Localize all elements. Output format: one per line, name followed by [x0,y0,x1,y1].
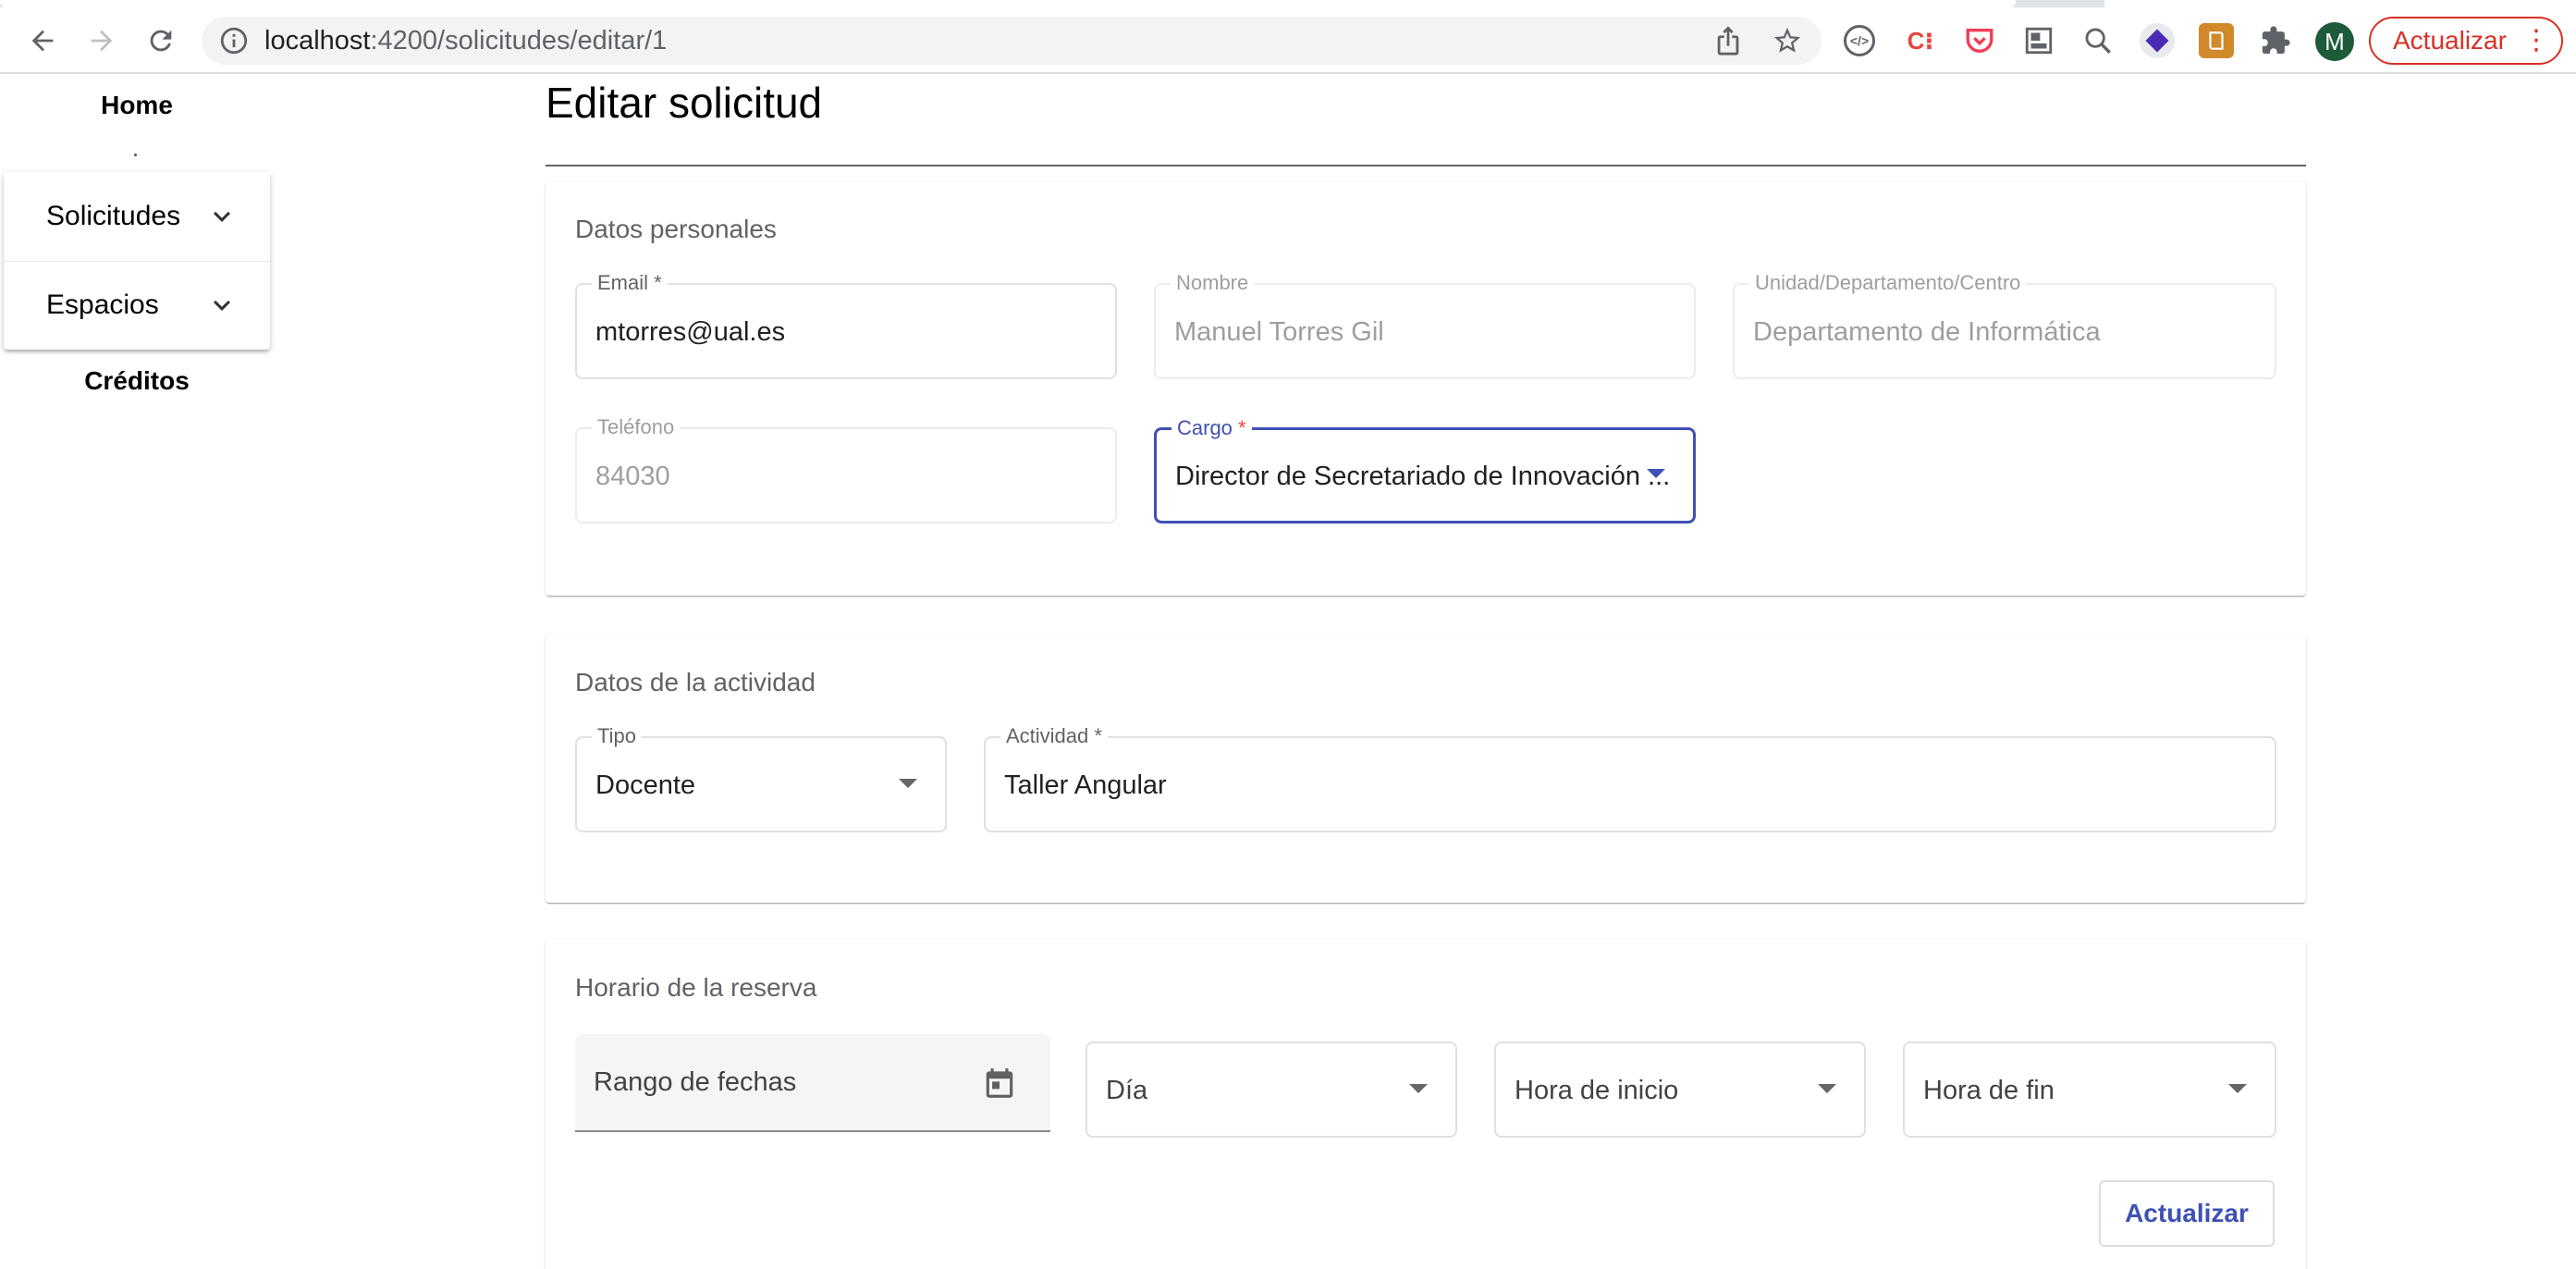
profile-avatar[interactable]: M [2315,22,2354,61]
puzzle-icon[interactable] [2258,23,2293,58]
nav-item-solicitudes[interactable]: Solicitudes [4,172,270,261]
telefono-value: 84030 [595,462,670,491]
title-divider [546,165,2306,166]
submit-update-button[interactable]: Actualizar [2099,1180,2275,1247]
unidad-field: Unidad/Departamento/Centro Departamento … [1733,272,2276,379]
chevron-down-icon [214,211,230,222]
calendar-icon[interactable] [982,1066,1017,1101]
tipo-value: Docente [595,770,696,800]
actividad-value[interactable]: Taller Angular [1004,738,1167,832]
info-icon[interactable] [218,25,250,56]
dia-select[interactable]: Día [1086,1041,1457,1138]
date-range-input[interactable]: Rango de fechas [575,1034,1050,1132]
hora-inicio-select[interactable]: Hora de inicio [1494,1041,1866,1138]
telefono-field: Teléfono 84030 [575,416,1117,524]
nav-item-espacios[interactable]: Espacios [4,261,270,350]
date-range-placeholder: Rango de fechas [594,1067,797,1097]
tipo-select[interactable]: Tipo Docente [575,725,947,832]
separator-dot [134,154,137,156]
chevron-down-icon [214,300,230,311]
section-title: Datos personales [575,215,777,243]
email-field[interactable]: Email * mtorres@ual.es [575,272,1117,379]
nav-credits-link[interactable]: Créditos [0,366,274,396]
dictionary-extension-icon[interactable] [2199,23,2234,58]
address-bar[interactable]: localhost:4200/solicitudes/editar/1 [202,17,1822,65]
dropdown-arrow-icon[interactable] [899,779,917,788]
activity-data-card: Datos de la actividad Tipo Docente Activ… [546,634,2306,903]
back-icon[interactable] [18,7,67,74]
layers-extension-icon[interactable] [2140,23,2175,58]
active-tab-edge[interactable] [0,0,2016,7]
page-title: Editar solicitud [546,79,823,127]
reload-icon[interactable] [137,7,185,74]
cargo-select[interactable]: Cargo * Director de Secretariado de Inno… [1154,417,1696,524]
nav-menu-card: Solicitudes Espacios [4,172,270,350]
dropdown-arrow-icon[interactable] [1647,469,1665,478]
browser-update-button[interactable]: Actualizar ⋮ [2369,17,2563,65]
nav-home-link[interactable]: Home [0,91,274,120]
email-value[interactable]: mtorres@ual.es [595,285,785,379]
nombre-field: Nombre Manuel Torres Gil [1154,272,1696,379]
personal-data-card: Datos personales Email * mtorres@ual.es … [546,181,2306,596]
section-title: Horario de la reserva [575,973,817,1002]
nav-item-label: Solicitudes [46,201,181,231]
hora-fin-select[interactable]: Hora de fin [1903,1041,2276,1138]
bookmark-star-icon[interactable] [1772,25,1803,56]
cargo-value: Director de Secretariado de Innovación .… [1175,462,1671,491]
sidebar: Home Solicitudes Espacios Créditos [0,76,274,1269]
actividad-field[interactable]: Actividad * Taller Angular [984,725,2276,832]
unidad-value: Departamento de Informática [1753,317,2101,347]
dia-placeholder: Día [1106,1076,1148,1105]
dropdown-arrow-icon[interactable] [2228,1084,2247,1093]
url-text[interactable]: localhost:4200/solicitudes/editar/1 [264,17,667,65]
section-title: Datos de la actividad [575,668,816,696]
inactive-tab-edge[interactable] [2104,0,2576,7]
c-extension-icon[interactable]: C⁝ [1903,23,1938,58]
code-icon[interactable]: </> [1844,25,1875,56]
hora-inicio-placeholder: Hora de inicio [1515,1076,1679,1105]
grid-extension-icon[interactable] [2021,23,2056,58]
nav-item-label: Espacios [46,290,159,320]
pocket-icon[interactable] [1962,23,1997,58]
dropdown-arrow-icon[interactable] [1818,1084,1836,1093]
more-menu-icon[interactable]: ⋮ [2522,18,2550,63]
schedule-card: Horario de la reserva Rango de fechas Dí… [546,940,2306,1269]
forward-icon[interactable] [78,7,126,74]
search-extension-icon[interactable] [2080,23,2116,58]
share-icon[interactable] [1712,25,1744,56]
dropdown-arrow-icon[interactable] [1409,1084,1428,1093]
nombre-value: Manuel Torres Gil [1174,317,1384,347]
hora-fin-placeholder: Hora de fin [1923,1076,2055,1105]
tab-strip [0,0,2576,7]
browser-toolbar: localhost:4200/solicitudes/editar/1 </> … [0,7,2576,74]
